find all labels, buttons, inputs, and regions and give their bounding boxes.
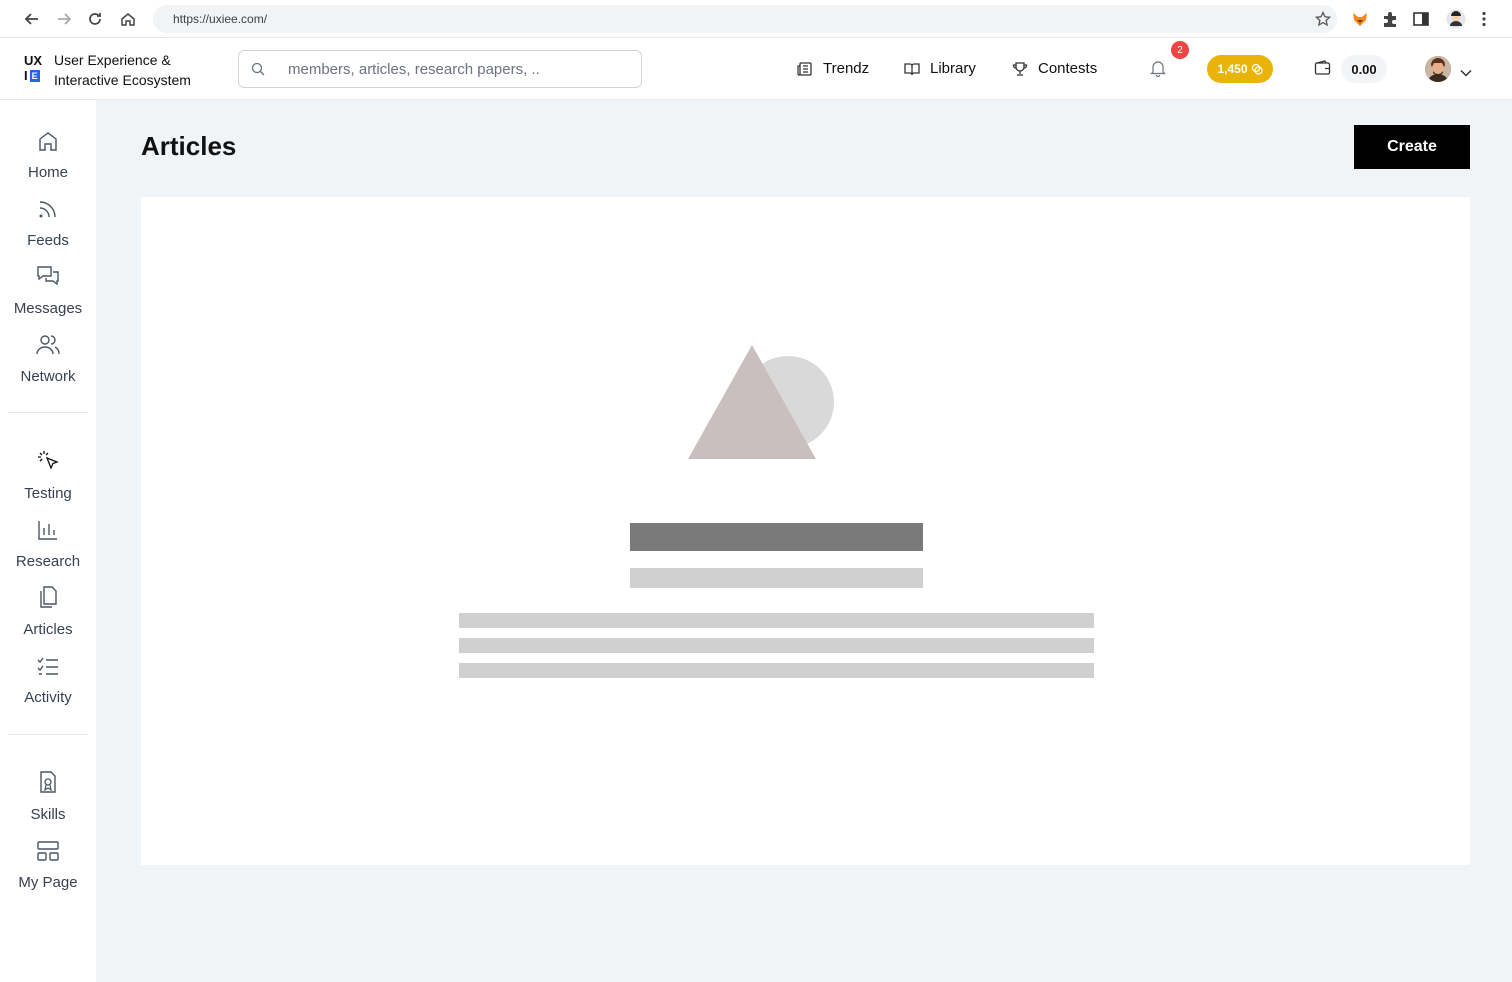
puzzle-extension-icon[interactable] — [1380, 9, 1400, 29]
browser-menu-icon[interactable] — [1474, 9, 1494, 29]
sidebar-item-network[interactable]: Network — [0, 326, 96, 388]
search-input[interactable]: members, articles, research papers, .. — [288, 61, 540, 78]
sidebar-item-articles[interactable]: Articles — [0, 579, 96, 641]
sidebar-item-label: My Page — [18, 874, 78, 891]
sidebar-item-label: Testing — [24, 485, 72, 502]
nav-trendz[interactable]: Trendz — [797, 60, 869, 77]
skeleton-title-bar — [630, 523, 923, 551]
fox-extension-icon[interactable] — [1350, 9, 1370, 29]
sidebar-item-research[interactable]: Research — [0, 511, 96, 573]
side-panel-icon[interactable] — [1411, 9, 1431, 29]
rss-icon — [37, 190, 59, 220]
user-avatar[interactable] — [1425, 56, 1451, 82]
brand-name[interactable]: User Experience & Interactive Ecosystem — [54, 50, 191, 90]
newspaper-icon — [797, 61, 812, 76]
browser-toolbar: https://uxiee.com/ — [0, 0, 1512, 38]
sidebar-divider — [8, 734, 88, 735]
trophy-icon — [1012, 61, 1028, 76]
home-icon — [37, 122, 59, 152]
checklist-icon — [37, 647, 59, 677]
skeleton-text-line — [459, 663, 1094, 678]
sidebar-item-activity[interactable]: Activity — [0, 647, 96, 709]
chevron-down-icon[interactable] — [1460, 64, 1472, 82]
wallet-balance[interactable]: 0.00 — [1341, 55, 1387, 83]
sidebar-item-my-page[interactable]: My Page — [0, 832, 96, 894]
sidebar-item-label: Research — [15, 553, 81, 570]
sidebar-item-label: Messages — [13, 300, 83, 317]
chat-icon — [36, 258, 60, 288]
sidebar-item-messages[interactable]: Messages — [0, 258, 96, 320]
coin-value: 1,450 — [1217, 62, 1248, 76]
nav-contests-label: Contests — [1038, 60, 1098, 77]
nav-library-label: Library — [930, 60, 976, 77]
wallet-icon[interactable] — [1314, 60, 1331, 81]
notification-badge: 2 — [1171, 41, 1189, 59]
sidebar-item-home[interactable]: Home — [0, 122, 96, 184]
bookmark-star-icon[interactable] — [1314, 10, 1332, 32]
sidebar-item-skills[interactable]: Skills — [0, 764, 96, 826]
bar-chart-icon — [37, 511, 59, 541]
brand-mark-i: I — [24, 68, 28, 83]
search-box[interactable]: members, articles, research papers, .. — [238, 50, 642, 88]
create-button[interactable]: Create — [1354, 125, 1470, 169]
badge-file-icon — [37, 764, 59, 794]
brand-mark-top: UX — [24, 53, 43, 68]
nav-trendz-label: Trendz — [823, 60, 870, 77]
sidebar-item-label: Activity — [24, 689, 72, 706]
sidebar-item-label: Articles — [23, 621, 73, 638]
nav-contests[interactable]: Contests — [1012, 60, 1097, 77]
sidebar-item-label: Skills — [30, 806, 66, 823]
brand-mark-e: E — [29, 69, 40, 82]
bell-icon[interactable] — [1150, 60, 1166, 82]
app-header: UX I E User Experience & Interactive Eco… — [0, 38, 1512, 100]
sidebar: Home Feeds Messages Network Testing Rese… — [0, 100, 96, 982]
skeleton-subtitle-bar — [630, 568, 923, 588]
documents-icon — [37, 579, 59, 609]
forward-icon[interactable] — [54, 9, 74, 29]
page-title: Articles — [141, 131, 237, 161]
content-card — [141, 197, 1470, 865]
brand-line-2: Interactive Ecosystem — [54, 72, 191, 88]
browser-profile-avatar[interactable] — [1446, 9, 1466, 29]
placeholder-image-icon — [688, 345, 834, 459]
users-icon — [36, 326, 60, 356]
search-icon — [251, 62, 265, 81]
cursor-click-icon — [36, 443, 60, 473]
coin-balance[interactable]: 1,450 — [1207, 55, 1273, 83]
skeleton-text-line — [459, 638, 1094, 653]
brand-line-1: User Experience & — [54, 52, 171, 68]
address-bar[interactable]: https://uxiee.com/ — [153, 5, 1337, 33]
home-browser-icon[interactable] — [118, 9, 138, 29]
sidebar-item-testing[interactable]: Testing — [0, 443, 96, 505]
url-text: https://uxiee.com/ — [173, 12, 268, 26]
sidebar-item-label: Home — [27, 164, 68, 181]
reload-icon[interactable] — [85, 9, 105, 29]
nav-library[interactable]: Library — [904, 60, 976, 77]
book-icon — [904, 62, 920, 75]
layout-icon — [37, 832, 59, 862]
brand-logo[interactable]: UX I E — [24, 53, 46, 85]
back-icon[interactable] — [22, 9, 42, 29]
skeleton-text-line — [459, 613, 1094, 628]
sidebar-item-feeds[interactable]: Feeds — [0, 190, 96, 252]
sidebar-divider — [8, 412, 88, 413]
sidebar-item-label: Network — [20, 368, 76, 385]
coin-icon — [1251, 63, 1263, 75]
sidebar-item-label: Feeds — [27, 232, 69, 249]
